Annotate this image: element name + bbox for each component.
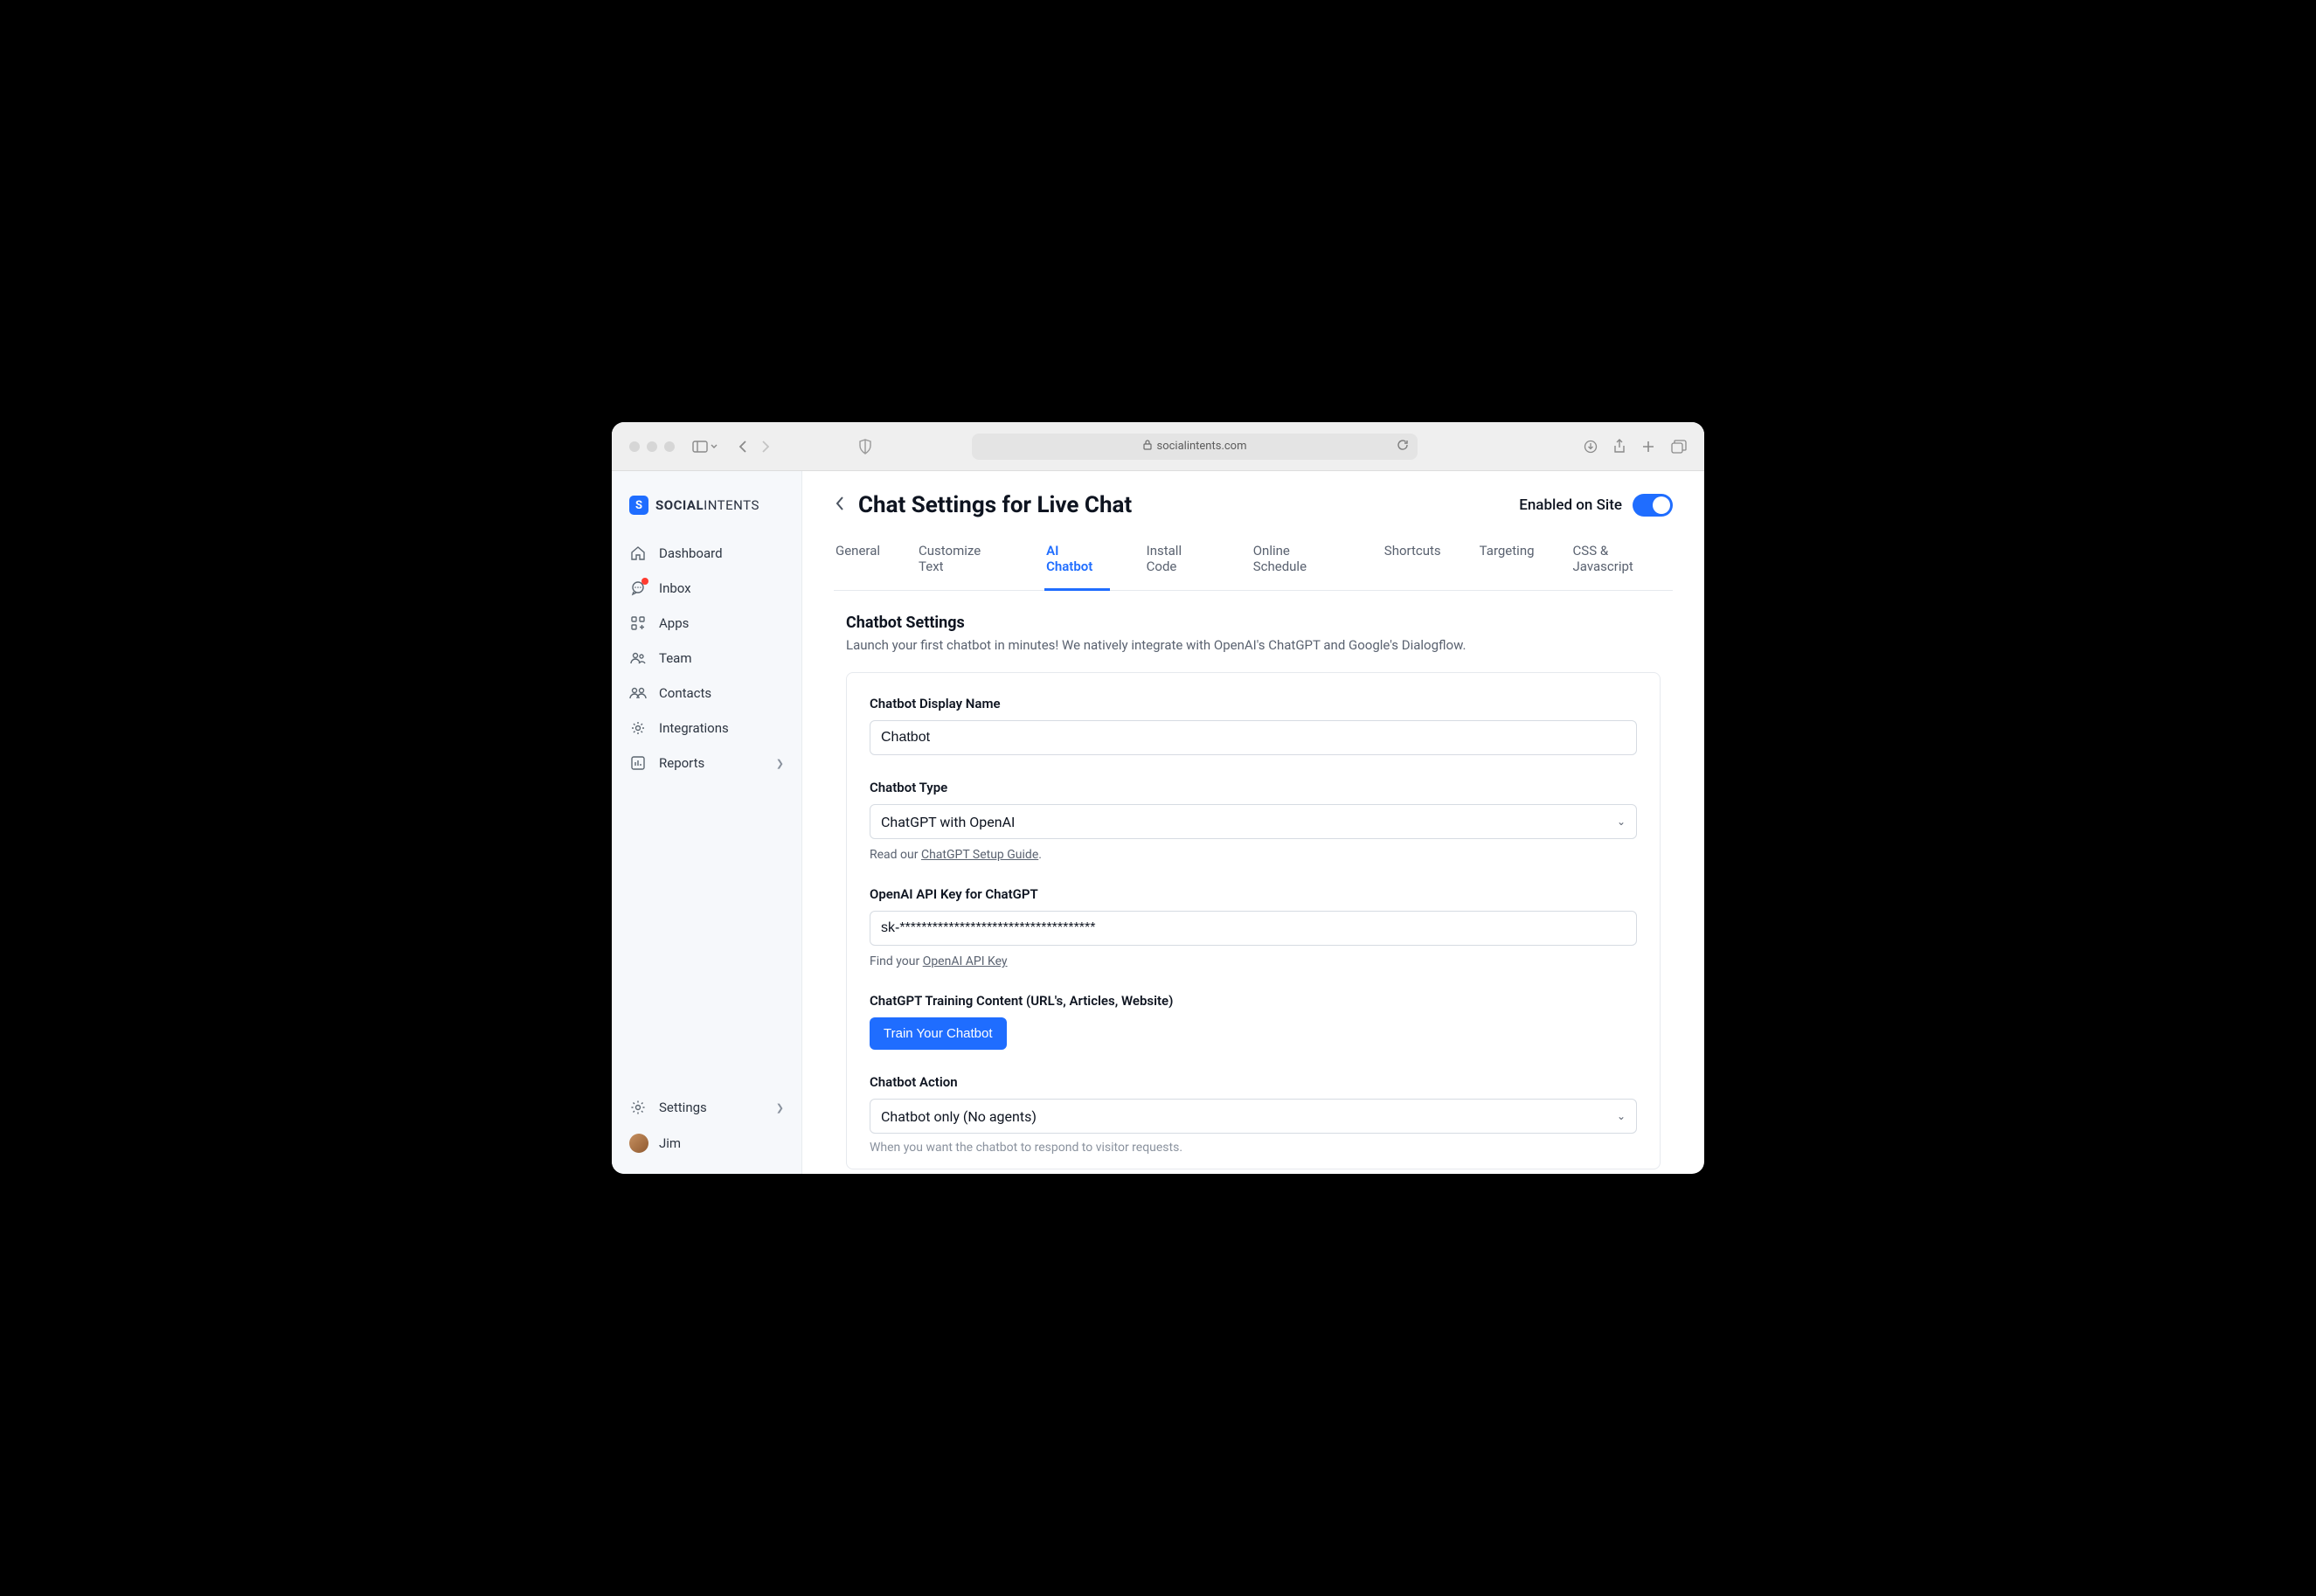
tab-shortcuts[interactable]: Shortcuts — [1383, 534, 1443, 590]
forward-button[interactable] — [760, 440, 771, 454]
sidebar-item-label: Apps — [659, 615, 689, 631]
train-chatbot-button[interactable]: Train Your Chatbot — [870, 1017, 1007, 1050]
brand-mark-icon: S — [629, 496, 648, 515]
sidebar-item-inbox[interactable]: Inbox — [612, 571, 801, 606]
display-name-label: Chatbot Display Name — [870, 696, 1637, 711]
tab-targeting[interactable]: Targeting — [1478, 534, 1536, 590]
training-label: ChatGPT Training Content (URL's, Article… — [870, 993, 1637, 1009]
section-subtitle: Launch your first chatbot in minutes! We… — [846, 637, 1661, 653]
chevron-down-icon: ⌄ — [1617, 1110, 1626, 1122]
action-hint: When you want the chatbot to respond to … — [870, 1141, 1637, 1155]
apps-icon — [629, 614, 647, 632]
titlebar: socialintents.com — [612, 422, 1704, 471]
chevron-down-icon — [710, 442, 718, 451]
sidebar-item-label: Settings — [659, 1100, 707, 1115]
sidebar-toggle[interactable] — [692, 441, 718, 453]
chatbot-action-select[interactable]: Chatbot only (No agents) ⌄ — [870, 1099, 1637, 1134]
avatar — [629, 1134, 648, 1153]
main-content: Chat Settings for Live Chat Enabled on S… — [802, 471, 1704, 1174]
chatbot-type-label: Chatbot Type — [870, 780, 1637, 795]
type-hint: Read our ChatGPT Setup Guide. — [870, 848, 1637, 862]
chat-icon — [629, 579, 647, 597]
sidebar-icon — [692, 441, 708, 453]
chatbot-type-select[interactable]: ChatGPT with OpenAI ⌄ — [870, 804, 1637, 839]
privacy-shield-icon[interactable] — [858, 439, 872, 455]
tab-online-schedule[interactable]: Online Schedule — [1252, 534, 1348, 590]
display-name-input[interactable] — [870, 720, 1637, 755]
brand-text: SOCIALINTENTS — [655, 497, 759, 513]
tab-install-code[interactable]: Install Code — [1145, 534, 1217, 590]
downloads-button[interactable] — [1584, 439, 1598, 455]
gear-icon — [629, 719, 647, 737]
app-sidebar: S SOCIALINTENTS Dashboard Inbox Apps — [612, 471, 802, 1174]
browser-window: socialintents.com S SOCIALINTENTS Dashbo… — [612, 422, 1704, 1174]
team-icon — [629, 649, 647, 667]
api-key-hint: Find your OpenAI API Key — [870, 954, 1637, 968]
settings-card: Chatbot Display Name Chatbot Type ChatGP… — [846, 672, 1661, 1169]
sidebar-item-dashboard[interactable]: Dashboard — [612, 536, 801, 571]
close-window-button[interactable] — [629, 441, 640, 452]
settings-icon — [629, 1099, 647, 1116]
enabled-label: Enabled on Site — [1519, 496, 1622, 514]
chevron-right-icon: ❯ — [776, 758, 784, 769]
page-back-button[interactable] — [834, 495, 846, 517]
contacts-icon — [629, 684, 647, 702]
sidebar-item-contacts[interactable]: Contacts — [612, 676, 801, 711]
tab-general[interactable]: General — [834, 534, 882, 590]
user-name: Jim — [659, 1135, 681, 1151]
tab-ai-chatbot[interactable]: AI Chatbot — [1044, 534, 1110, 591]
traffic-lights — [629, 441, 675, 452]
url-text: socialintents.com — [1157, 440, 1247, 453]
sidebar-item-integrations[interactable]: Integrations — [612, 711, 801, 746]
home-icon — [629, 545, 647, 562]
api-key-input[interactable] — [870, 911, 1637, 946]
tab-customize-text[interactable]: Customize Text — [917, 534, 1009, 590]
reports-icon — [629, 754, 647, 772]
maximize-window-button[interactable] — [664, 441, 675, 452]
sidebar-item-label: Team — [659, 650, 692, 666]
new-tab-button[interactable] — [1641, 439, 1655, 455]
sidebar-item-settings[interactable]: Settings ❯ — [612, 1090, 801, 1125]
tab-overview-button[interactable] — [1671, 439, 1687, 455]
page-title: Chat Settings for Live Chat — [858, 492, 1132, 518]
sidebar-item-team[interactable]: Team — [612, 641, 801, 676]
select-value: Chatbot only (No agents) — [881, 1108, 1037, 1125]
notification-badge — [641, 578, 648, 585]
sidebar-item-label: Dashboard — [659, 545, 723, 561]
url-bar[interactable]: socialintents.com — [972, 434, 1418, 460]
toggle-knob — [1653, 496, 1670, 514]
brand-logo[interactable]: S SOCIALINTENTS — [612, 489, 801, 536]
user-menu[interactable]: Jim — [612, 1125, 801, 1162]
sidebar-item-reports[interactable]: Reports ❯ — [612, 746, 801, 781]
share-button[interactable] — [1613, 439, 1626, 455]
sidebar-item-label: Contacts — [659, 685, 711, 701]
reload-button[interactable] — [1397, 439, 1409, 455]
api-key-label: OpenAI API Key for ChatGPT — [870, 886, 1637, 902]
settings-tabs: General Customize Text AI Chatbot Instal… — [834, 534, 1673, 591]
select-value: ChatGPT with OpenAI — [881, 814, 1015, 830]
enabled-toggle[interactable] — [1633, 494, 1673, 517]
chevron-down-icon: ⌄ — [1617, 815, 1626, 828]
action-label: Chatbot Action — [870, 1074, 1637, 1090]
minimize-window-button[interactable] — [647, 441, 657, 452]
tab-css-js[interactable]: CSS & Javascript — [1571, 534, 1673, 590]
sidebar-item-label: Integrations — [659, 720, 729, 736]
section-title: Chatbot Settings — [846, 614, 1661, 632]
sidebar-item-apps[interactable]: Apps — [612, 606, 801, 641]
back-button[interactable] — [738, 440, 748, 454]
openai-key-link[interactable]: OpenAI API Key — [923, 954, 1008, 968]
sidebar-item-label: Inbox — [659, 580, 691, 596]
chevron-right-icon: ❯ — [776, 1102, 784, 1114]
setup-guide-link[interactable]: ChatGPT Setup Guide — [921, 848, 1038, 862]
lock-icon — [1143, 440, 1152, 453]
sidebar-item-label: Reports — [659, 755, 704, 771]
